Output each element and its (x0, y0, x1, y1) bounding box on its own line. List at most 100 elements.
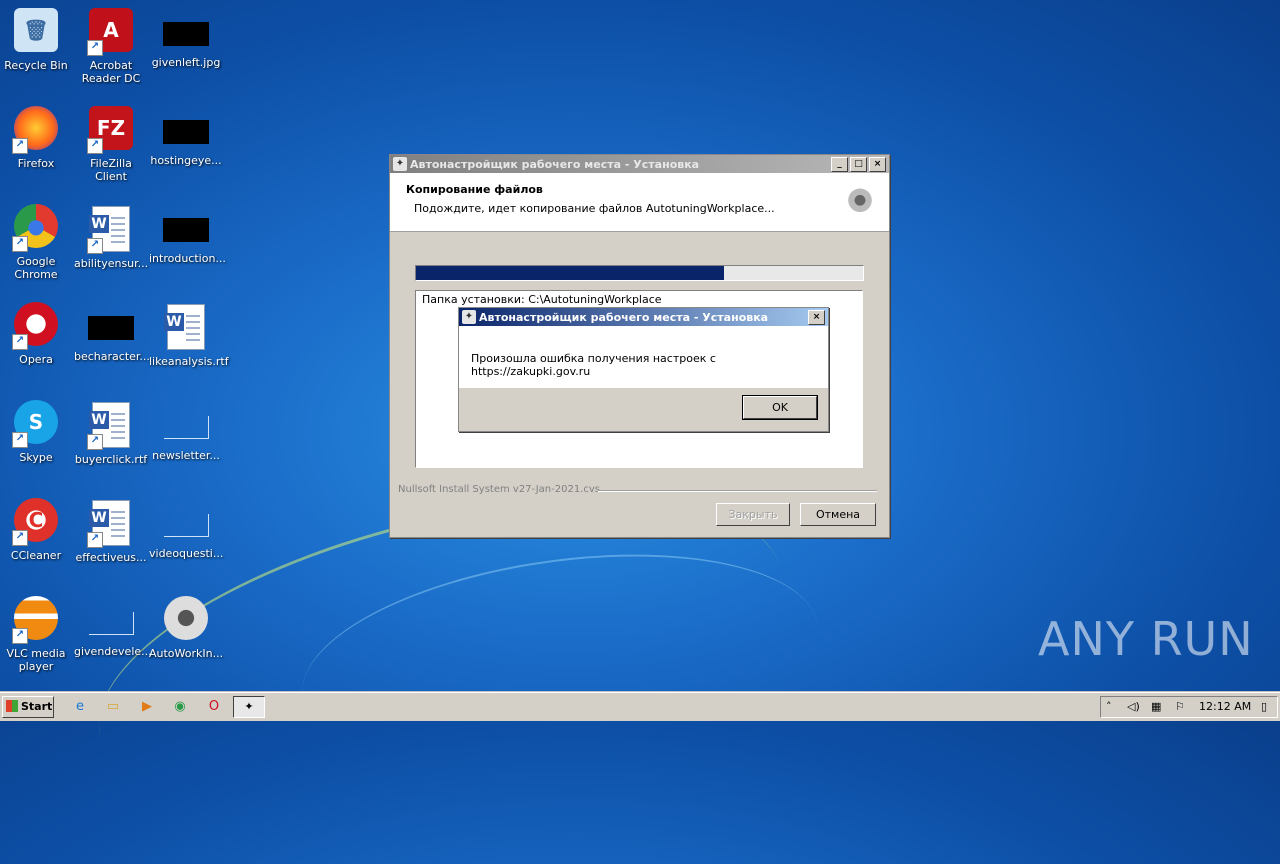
desktop-icon-label: Skype (19, 451, 53, 464)
desktop-icon[interactable]: hostingeye... (149, 106, 223, 167)
minimize-button[interactable]: _ (831, 156, 848, 172)
filezilla-icon: FZ ↗ (87, 106, 135, 154)
opera-icon[interactable]: O (204, 697, 224, 717)
shortcut-arrow-icon: ↗ (12, 334, 28, 350)
desktop-icon[interactable]: Wlikeanalysis.rtf (149, 302, 229, 368)
desktop-icon-label: buyerclick.rtf (74, 453, 148, 466)
progress-fill (416, 266, 725, 280)
vlc-icon: ↗ (12, 596, 60, 644)
chrome-icon[interactable]: ◉ (170, 697, 190, 717)
show-desktop-button[interactable]: ▯ (1261, 700, 1267, 713)
close-button[interactable]: Закрыть (716, 503, 790, 526)
show-hidden-icons[interactable]: ˄ (1106, 700, 1112, 713)
ie-icon[interactable]: e (70, 697, 90, 717)
desktop-icon-label: Acrobat Reader DC (81, 59, 141, 85)
installer-title: Автонастройщик рабочего места - Установк… (410, 157, 700, 171)
desktop-icon[interactable]: givendevele... (74, 596, 152, 658)
shortcut-arrow-icon: ↗ (12, 236, 28, 252)
branding-divider (598, 490, 877, 492)
volume-icon[interactable]: ◁) (1127, 700, 1140, 713)
desktop-icon-label: newsletter... (152, 449, 220, 462)
desktop-icon[interactable]: FZ ↗ FileZilla Client (74, 106, 148, 183)
desktop-icon[interactable]: becharacter... (74, 302, 150, 363)
desktop-icon-label: givendevele... (74, 645, 152, 658)
installer-emblem-icon (162, 596, 210, 644)
desktop-icon[interactable]: S ↗ Skype (0, 400, 73, 464)
shortcut-arrow-icon: ↗ (87, 40, 103, 56)
msgbox-body: Произошла ошибка получения настроек с ht… (459, 326, 828, 388)
desktop-icon[interactable]: ↗ Firefox (0, 106, 73, 170)
error-text: Произошла ошибка получения настроек с ht… (471, 352, 716, 378)
desktop-icon[interactable]: C ↗ CCleaner (0, 498, 73, 562)
desktop-icon-label: abilityensur... (74, 257, 149, 270)
image-file-icon (88, 316, 134, 340)
shortcut-arrow-icon: ↗ (12, 530, 28, 546)
system-tray: ˄ ◁) ▦ ⚐ 12:12 AM ▯ (1100, 696, 1278, 718)
close-window-button[interactable]: × (869, 156, 886, 172)
ok-button[interactable]: OK (742, 395, 818, 420)
msgbox-title: Автонастройщик рабочего места - Установк… (479, 310, 769, 324)
desktop-icon[interactable]: ↗ Opera (0, 302, 73, 366)
installer-titlebar[interactable]: ✦ Автонастройщик рабочего места - Устано… (390, 155, 889, 173)
desktop-icon-label: introduction... (149, 252, 226, 265)
desktop-icon[interactable]: A ↗ Acrobat Reader DC (74, 8, 148, 85)
maximize-button[interactable]: □ (850, 156, 867, 172)
desktop-icon[interactable]: W ↗ abilityensur... (74, 204, 148, 270)
windows-flag-icon (6, 700, 18, 712)
shortcut-arrow-icon: ↗ (12, 138, 28, 154)
image-file-icon (163, 22, 209, 46)
desktop-icon[interactable]: W ↗ effectiveus... (74, 498, 148, 564)
desktop-icon[interactable]: introduction... (149, 204, 226, 265)
desktop-icon-label: hostingeye... (150, 154, 222, 167)
install-progress-bar (415, 265, 864, 281)
desktop-icon-label: Recycle Bin (4, 59, 68, 72)
file-icon (163, 416, 209, 439)
installer-header: Копирование файлов Подождите, идет копир… (390, 173, 889, 232)
desktop-icon[interactable]: newsletter... (149, 400, 223, 462)
word-doc-icon: W ↗ (87, 206, 135, 254)
explorer-icon[interactable]: ▭ (103, 697, 123, 717)
desktop-icon-label: videoquesti... (149, 547, 224, 560)
network-icon[interactable]: ▦ (1151, 700, 1161, 713)
action-center-icon[interactable]: ⚐ (1175, 700, 1185, 713)
word-doc-icon: W ↗ (87, 500, 135, 548)
desktop-icon[interactable]: AutoWorkIn... (149, 596, 223, 660)
shortcut-arrow-icon: ↗ (87, 238, 103, 254)
firefox-icon: ↗ (12, 106, 60, 154)
start-label: Start (21, 700, 53, 713)
taskbar-installer-button[interactable]: ✦ (233, 696, 265, 718)
word-doc-icon: W ↗ (87, 402, 135, 450)
cancel-button[interactable]: Отмена (800, 503, 876, 526)
start-button[interactable]: Start (2, 696, 54, 718)
opera-icon: ↗ (12, 302, 60, 350)
desktop-icon[interactable]: ↗ VLC media player (0, 596, 73, 673)
desktop-icon[interactable]: videoquesti... (149, 498, 223, 560)
desktop-icon-label: likeanalysis.rtf (149, 355, 229, 368)
desktop-icon-label: becharacter... (74, 350, 150, 363)
desktop-icon-label: CCleaner (10, 549, 62, 562)
image-file-icon (163, 218, 209, 242)
msgbox-titlebar[interactable]: ✦ Автонастройщик рабочего места - Устано… (459, 308, 828, 326)
desktop-icon-label: VLC media player (6, 647, 66, 673)
word-doc-icon: W (162, 304, 210, 352)
media-player-icon[interactable]: ▶ (137, 697, 157, 717)
skype-icon: S ↗ (12, 400, 60, 448)
desktop-icon[interactable]: 🗑 Recycle Bin (0, 8, 73, 72)
desktop-icon-label: AutoWorkIn... (149, 647, 224, 660)
ccleaner-icon: C ↗ (12, 498, 60, 546)
desktop-icon[interactable]: givenleft.jpg (149, 8, 223, 69)
error-message-box: ✦ Автонастройщик рабочего места - Устано… (458, 307, 829, 432)
installer-emblem-icon: ✦ (244, 700, 254, 713)
taskbar: Start e ▭ ▶ ◉ O ✦ ˄ ◁) ▦ ⚐ 12:12 AM ▯ (0, 692, 1280, 721)
shortcut-arrow-icon: ↗ (87, 434, 103, 450)
desktop-icon-label: Google Chrome (14, 255, 58, 281)
desktop-icon-label: Opera (19, 353, 53, 366)
clock[interactable]: 12:12 AM (1199, 700, 1251, 713)
desktop-icon-label: FileZilla Client (90, 157, 132, 183)
file-icon (88, 612, 134, 635)
desktop-icon[interactable]: W ↗ buyerclick.rtf (74, 400, 148, 466)
msgbox-close-button[interactable]: × (808, 309, 825, 325)
header-subtitle: Подождите, идет копирование файлов Autot… (414, 202, 775, 215)
emblem-icon (845, 185, 875, 219)
desktop-icon[interactable]: ● ↗ Google Chrome (0, 204, 73, 281)
